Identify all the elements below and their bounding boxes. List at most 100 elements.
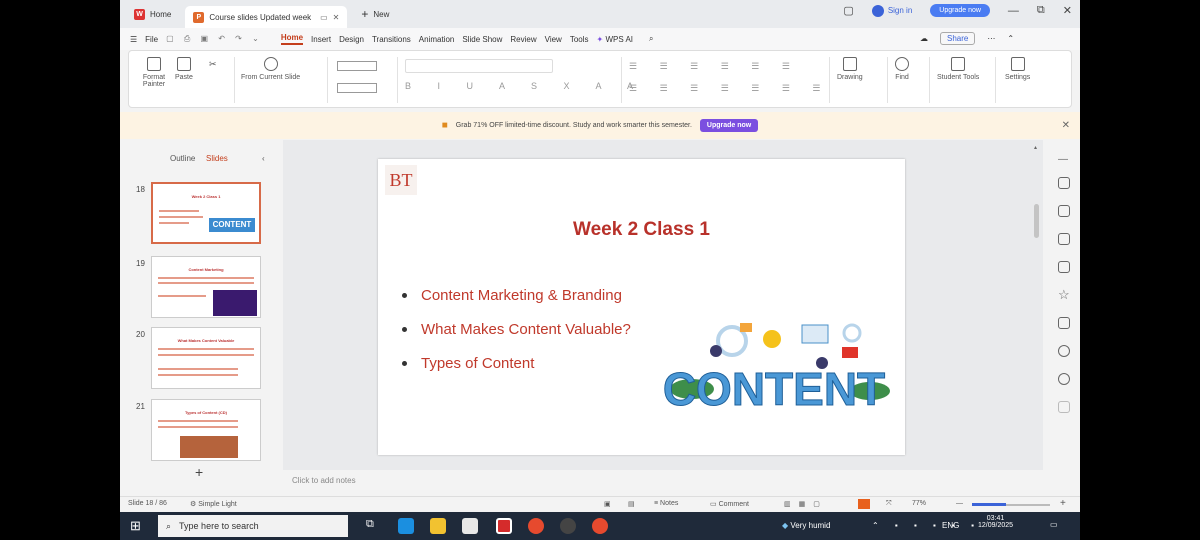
outline-tab[interactable]: Outline — [170, 154, 195, 163]
animation-icon[interactable] — [1058, 205, 1070, 217]
comment-button[interactable]: ▭ Comment — [710, 500, 749, 508]
play-slideshow-button[interactable] — [858, 499, 870, 509]
minus-icon[interactable]: — — [1058, 154, 1068, 165]
star-icon[interactable]: ☆ — [1058, 287, 1070, 303]
chrome-icon[interactable] — [528, 518, 544, 534]
menu-view[interactable]: View — [545, 35, 562, 44]
theme-name[interactable]: ⚙ Simple Light — [190, 500, 237, 508]
history-icon[interactable] — [1058, 345, 1070, 357]
restore-icon[interactable]: ▢ — [843, 4, 853, 17]
paragraph-icons[interactable]: ☰ ☰ ☰ ☰ ☰ ☰ — [629, 61, 800, 72]
paste-button[interactable]: Paste — [175, 57, 193, 81]
wps-taskbar-icon[interactable] — [496, 518, 512, 534]
notes-area[interactable]: Click to add notes — [283, 472, 1043, 492]
bullet-item[interactable]: Content Marketing & Branding — [402, 287, 622, 304]
student-tools-button[interactable]: Student Tools — [937, 57, 979, 81]
add-slide-button[interactable]: + — [195, 464, 203, 480]
tray-icons[interactable]: ⌃ ▪ ▪ ▪ ▪ ▪ — [872, 521, 981, 530]
more-icon[interactable]: ⋯ — [987, 34, 995, 43]
drawing-button[interactable]: Drawing — [837, 57, 863, 81]
menu-insert[interactable]: Insert — [311, 35, 331, 44]
zoom-level[interactable]: 77% — [912, 500, 926, 507]
menu-transitions[interactable]: Transitions — [372, 35, 411, 44]
adjust-icon[interactable] — [1058, 177, 1070, 189]
slides-tab[interactable]: Slides — [206, 154, 228, 163]
font-family-select[interactable] — [405, 59, 553, 73]
menu-design[interactable]: Design — [339, 35, 364, 44]
section-icon[interactable] — [337, 83, 377, 93]
cloud-icon[interactable]: ☁ — [920, 34, 928, 43]
slide-canvas[interactable]: BT Week 2 Class 1 Content Marketing & Br… — [378, 159, 905, 455]
search-icon[interactable]: ⌕ — [649, 34, 653, 44]
tab-new[interactable]: + New — [353, 3, 397, 25]
banner-upgrade-button[interactable]: Upgrade now — [699, 119, 759, 132]
upgrade-button[interactable]: Upgrade now — [930, 4, 990, 17]
format-painter-button[interactable]: Format Painter — [139, 57, 169, 88]
maximize-icon[interactable]: ⧉ — [1037, 4, 1045, 17]
layout-icon[interactable] — [337, 61, 377, 71]
close-banner-icon[interactable]: ✕ — [1062, 120, 1070, 131]
notification-icon[interactable]: ▭ — [1050, 520, 1058, 529]
transform-icon[interactable] — [1058, 317, 1070, 329]
font-format-icons[interactable]: B I U A S X A A — [405, 81, 645, 91]
thumb-image — [180, 436, 238, 458]
hamburger-icon[interactable]: ☰ — [130, 35, 137, 44]
slide-thumb-20[interactable]: What Makes Content Valuable — [151, 327, 261, 389]
find-button[interactable]: Find — [895, 57, 909, 81]
thumb-line — [158, 295, 206, 297]
tab-home[interactable]: W Home — [126, 3, 179, 25]
store-icon[interactable] — [462, 518, 478, 534]
collapse-ribbon-icon[interactable]: ⌃ — [1007, 34, 1014, 43]
task-view-icon[interactable]: ⧉ — [366, 518, 382, 534]
window-icon[interactable]: ▭ — [320, 13, 328, 22]
zoom-out-icon[interactable]: — — [956, 500, 963, 507]
help-icon[interactable] — [1058, 373, 1070, 385]
cut-icon[interactable]: ✂ — [209, 59, 217, 70]
from-current-slide-button[interactable]: From Current Slide — [241, 57, 300, 81]
file-explorer-icon[interactable] — [430, 518, 446, 534]
collapse-pane-icon[interactable]: ‹ — [262, 154, 265, 163]
scroll-up-icon[interactable]: ▴ — [1034, 144, 1037, 151]
grid-icon[interactable] — [1058, 401, 1070, 413]
copy-icon[interactable] — [1058, 233, 1070, 245]
thumb-line — [159, 222, 189, 224]
windows-start-icon[interactable]: ⊞ — [130, 518, 141, 534]
clock[interactable]: 03:41 12/09/2025 — [978, 515, 1013, 529]
slide-thumb-18[interactable]: Week 2 Class 1 CONTENT — [151, 182, 261, 244]
fit-window-icon[interactable]: ⤧ — [886, 500, 892, 508]
slide-thumb-19[interactable]: Content Marketing — [151, 256, 261, 318]
menu-home[interactable]: Home — [280, 33, 304, 45]
bullet-item[interactable]: Types of Content — [402, 355, 534, 372]
menu-slide-show[interactable]: Slide Show — [462, 35, 502, 44]
close-window-icon[interactable]: ✕ — [1063, 4, 1072, 17]
alignment-icons[interactable]: ☰ ☰ ☰ ☰ ☰ ☰ ☰ — [629, 83, 830, 94]
menu-file[interactable]: File — [145, 35, 158, 44]
minimize-icon[interactable]: — — [1008, 5, 1019, 17]
menu-tools[interactable]: Tools — [570, 35, 589, 44]
share-button[interactable]: Share — [940, 32, 976, 45]
slide-title[interactable]: Week 2 Class 1 — [378, 219, 905, 241]
taskbar-search[interactable]: ⌕ Type here to search — [158, 515, 348, 537]
view-mode-icons[interactable]: ▥▦▢ — [784, 500, 828, 508]
weather-widget[interactable]: ◆ Very humid — [782, 521, 830, 530]
slide-thumb-21[interactable]: Types of Content (CD) — [151, 399, 261, 461]
vertical-scrollbar[interactable] — [1034, 204, 1039, 238]
notes-button[interactable]: ≡ Notes — [654, 500, 678, 507]
chrome-profile-icon[interactable] — [560, 518, 576, 534]
tab-document[interactable]: P Course slides Updated week ▭ ✕ — [185, 6, 348, 28]
content-illustration[interactable]: CONTENT — [652, 319, 897, 416]
comment-icon[interactable] — [1058, 261, 1070, 273]
menu-animation[interactable]: Animation — [419, 35, 455, 44]
zoom-in-icon[interactable]: + — [1060, 498, 1066, 509]
menu-wps-ai[interactable]: ✦ WPS AI — [597, 35, 634, 44]
menu-review[interactable]: Review — [510, 35, 536, 44]
language-indicator[interactable]: ENG — [942, 521, 959, 530]
chrome-icon[interactable] — [592, 518, 608, 534]
bullet-item[interactable]: What Makes Content Valuable? — [402, 321, 631, 338]
fit-icon[interactable]: ▣ — [604, 500, 611, 508]
close-icon[interactable]: ✕ — [333, 13, 340, 22]
sign-in-button[interactable]: Sign in — [871, 4, 912, 17]
page-icon[interactable]: ▤ — [628, 500, 635, 508]
settings-button[interactable]: Settings — [1005, 57, 1030, 81]
edge-icon[interactable] — [398, 518, 414, 534]
